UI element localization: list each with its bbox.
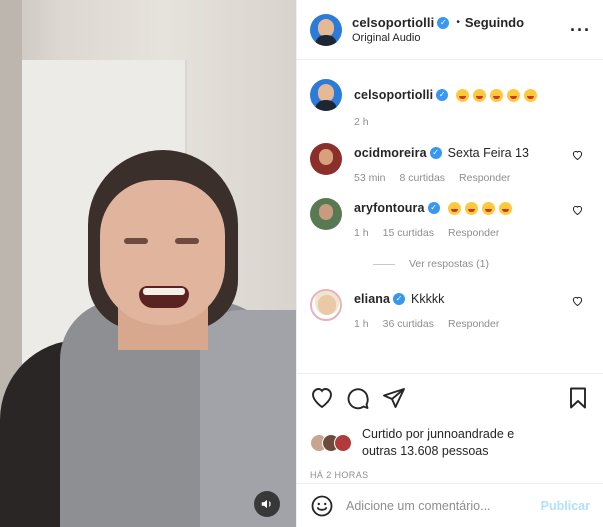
caption-username[interactable]: celsoportiolli: [354, 86, 433, 104]
view-replies-label: Ver respostas (1): [409, 258, 489, 270]
laughing-emoji-icon: [447, 201, 461, 215]
comment-input[interactable]: [346, 498, 541, 513]
laughing-emoji-icon: [498, 201, 512, 215]
comment-time: 53 min: [354, 172, 386, 184]
audio-link[interactable]: Original Audio: [352, 32, 570, 44]
bookmark-icon[interactable]: [566, 386, 590, 410]
comment-item: aryfontoura ✓ 1 h 15 curtidas Responder: [310, 198, 591, 239]
separator-dot: •: [456, 17, 460, 28]
share-paper-plane-icon[interactable]: [382, 386, 406, 410]
emoji-picker-icon[interactable]: [310, 494, 334, 518]
comment-item: eliana ✓ Kkkkk 1 h 36 curtidas Responder: [310, 289, 591, 330]
following-button[interactable]: Seguindo: [465, 15, 524, 30]
comment-bubble-icon[interactable]: [346, 386, 370, 410]
comment-text: Kkkkk: [411, 292, 445, 306]
comment-likes[interactable]: 36 curtidas: [383, 318, 434, 330]
reply-button[interactable]: Responder: [448, 227, 499, 239]
comment-time: 1 h: [354, 318, 369, 330]
avatar[interactable]: [310, 289, 342, 321]
post-modal: celsoportiolli ✓ • Seguindo Original Aud…: [0, 0, 603, 527]
likes-line-2: outras 13.608 pessoas: [362, 444, 489, 458]
laughing-emoji-icon: [456, 88, 470, 102]
heart-icon[interactable]: [572, 205, 583, 215]
publish-button[interactable]: Publicar: [541, 499, 590, 513]
verified-icon: ✓: [436, 89, 449, 101]
laughing-emoji-icon: [473, 88, 487, 102]
comment-likes[interactable]: 15 curtidas: [383, 227, 434, 239]
post-header: celsoportiolli ✓ • Seguindo Original Aud…: [297, 0, 603, 60]
speaker-icon: [261, 499, 271, 509]
laughing-emoji-icon: [507, 88, 521, 102]
post-video[interactable]: [0, 0, 296, 527]
liked-by-avatars: [310, 434, 356, 452]
heart-icon[interactable]: [572, 296, 583, 306]
avatar[interactable]: [310, 143, 342, 175]
comment-item: ocidmoreira ✓ Sexta Feira 13 53 min 8 cu…: [310, 143, 591, 184]
avatar: [334, 434, 352, 452]
caption-time: 2 h: [354, 116, 369, 128]
laughing-emoji-icon: [490, 88, 504, 102]
avatar[interactable]: [310, 13, 342, 46]
comment-text: Sexta Feira 13: [447, 146, 529, 160]
post-side-panel: celsoportiolli ✓ • Seguindo Original Aud…: [296, 0, 603, 527]
avatar[interactable]: [310, 79, 342, 111]
post-actions: Curtido por junnoandrade e outras 13.608…: [297, 373, 603, 480]
laughing-emoji-icon: [481, 201, 495, 215]
comments-list: celsoportiolli ✓ 2 h ocidmoreira ✓ Sexta…: [297, 79, 603, 330]
author-username[interactable]: celsoportiolli: [352, 15, 434, 30]
caption: celsoportiolli ✓ 2 h: [310, 79, 591, 128]
add-comment-bar: Publicar: [297, 483, 603, 527]
verified-icon: ✓: [437, 16, 450, 29]
comment-username[interactable]: ocidmoreira: [354, 144, 427, 162]
laughing-emoji-group: [444, 201, 512, 215]
more-options-icon[interactable]: ···: [570, 21, 591, 39]
view-replies-button[interactable]: Ver respostas (1): [373, 258, 591, 270]
likes-summary[interactable]: Curtido por junnoandrade e outras 13.608…: [310, 426, 590, 460]
likes-line-1: Curtido por junnoandrade e: [362, 427, 515, 441]
reply-button[interactable]: Responder: [459, 172, 510, 184]
like-heart-icon[interactable]: [310, 386, 334, 410]
laughing-emoji-icon: [524, 88, 538, 102]
laughing-emoji-icon: [464, 201, 478, 215]
reply-button[interactable]: Responder: [448, 318, 499, 330]
heart-icon[interactable]: [572, 150, 583, 160]
verified-icon: ✓: [393, 293, 406, 305]
verified-icon: ✓: [427, 202, 440, 214]
post-timestamp: HÁ 2 HORAS: [310, 470, 369, 480]
laughing-emoji-group: [452, 88, 538, 102]
avatar[interactable]: [310, 198, 342, 230]
comment-username[interactable]: aryfontoura: [354, 199, 425, 217]
comment-time: 1 h: [354, 227, 369, 239]
mute-button[interactable]: [254, 491, 280, 517]
replies-divider: [373, 263, 395, 265]
comment-username[interactable]: eliana: [354, 290, 390, 308]
verified-icon: ✓: [429, 147, 442, 159]
comment-likes[interactable]: 8 curtidas: [400, 172, 446, 184]
